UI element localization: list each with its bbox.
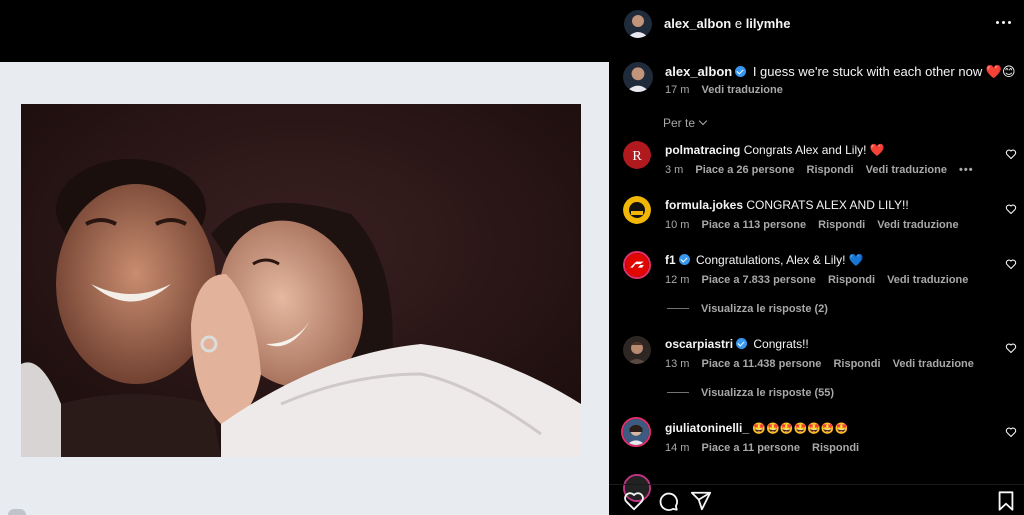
translate-link[interactable]: Vedi traduzione	[866, 164, 947, 176]
comment-more-icon[interactable]: •••	[959, 164, 974, 176]
comment-like-heart-icon[interactable]	[1005, 148, 1017, 160]
caption-meta: 17 m Vedi traduzione	[665, 84, 792, 96]
comment-username[interactable]: giuliatoninelli_	[665, 421, 749, 435]
view-replies-button[interactable]: Visualizza le risposte (55)	[667, 387, 834, 399]
caption-translate-link[interactable]: Vedi traduzione	[702, 84, 783, 96]
share-icon[interactable]	[690, 490, 712, 512]
verified-badge-icon	[678, 254, 690, 265]
post-photo	[21, 104, 581, 457]
comment-avatar[interactable]	[623, 336, 651, 364]
comment-like-heart-icon[interactable]	[1005, 258, 1017, 270]
translate-link[interactable]: Vedi traduzione	[877, 219, 958, 231]
bookmark-icon[interactable]	[995, 490, 1017, 512]
header-usernames[interactable]: alex_albon e lilymhe	[664, 16, 790, 31]
comment-meta: 10 m Piace a 113 persone Rispondi Vedi t…	[665, 219, 968, 231]
comment-text: CONGRATS ALEX AND LILY!!	[746, 198, 909, 212]
comment-username[interactable]: f1	[665, 253, 676, 267]
verified-badge-icon	[736, 338, 748, 349]
comment-meta: 12 m Piace a 7.833 persone Rispondi Vedi…	[665, 274, 977, 286]
comment-body: f1 Congratulations, Alex & Lily! 💙	[665, 253, 864, 267]
comment-username[interactable]: polmatracing	[665, 143, 740, 157]
comment-likes[interactable]: Piace a 26 persone	[695, 164, 794, 176]
comment-username[interactable]: formula.jokes	[665, 198, 743, 212]
reply-button[interactable]: Rispondi	[833, 358, 880, 370]
heart-icon[interactable]	[623, 490, 645, 512]
chevron-down-icon	[698, 116, 708, 126]
comment-body: polmatracing Congrats Alex and Lily! ❤️	[665, 143, 885, 157]
header-coauthor[interactable]: lilymhe	[746, 16, 791, 31]
header-joiner: e	[734, 16, 743, 31]
comment-body: formula.jokes CONGRATS ALEX AND LILY!!	[665, 198, 909, 212]
comment-time[interactable]: 12 m	[665, 274, 689, 286]
comment-text: 🤩🤩🤩🤩🤩🤩🤩	[752, 423, 849, 435]
view-replies-label: Visualizza le risposte (55)	[701, 387, 835, 399]
caption-text: I guess we're stuck with each other now …	[752, 64, 1016, 79]
comment-like-heart-icon[interactable]	[1005, 203, 1017, 215]
translate-link[interactable]: Vedi traduzione	[893, 358, 974, 370]
comment-text: Congratulations, Alex & Lily! 💙	[696, 253, 864, 267]
comment-time[interactable]: 3 m	[665, 164, 683, 176]
replies-divider	[667, 392, 689, 393]
comment-likes[interactable]: Piace a 7.833 persone	[702, 274, 816, 286]
more-options-icon[interactable]	[994, 15, 1014, 31]
reply-button[interactable]: Rispondi	[807, 164, 854, 176]
comment-like-heart-icon[interactable]	[1005, 342, 1017, 354]
comment-likes[interactable]: Piace a 11.438 persone	[702, 358, 822, 370]
view-replies-button[interactable]: Visualizza le risposte (2)	[667, 303, 828, 315]
caption-time[interactable]: 17 m	[665, 84, 689, 96]
comment-body: oscarpiastri Congrats!!	[665, 337, 809, 351]
comment-username[interactable]: oscarpiastri	[665, 337, 733, 351]
comment-time[interactable]: 13 m	[665, 358, 689, 370]
comment-avatar[interactable]	[623, 251, 651, 279]
header-avatar[interactable]	[624, 10, 652, 38]
comment-likes[interactable]: Piace a 113 persone	[702, 219, 807, 231]
reply-button[interactable]: Rispondi	[818, 219, 865, 231]
view-replies-label: Visualizza le risposte (2)	[701, 303, 828, 315]
comments-sort-dropdown[interactable]: Per te	[663, 116, 708, 130]
comment-icon[interactable]	[657, 490, 679, 512]
caption-username[interactable]: alex_albon	[665, 64, 732, 79]
comment-meta: 14 m Piace a 11 persone Rispondi	[665, 442, 868, 454]
caption: alex_albon I guess we're stuck with each…	[665, 64, 1016, 80]
carousel-indicator[interactable]	[8, 509, 26, 515]
post-panel: alex_albon e lilymhe alex_albon I guess …	[609, 0, 1024, 515]
header-user[interactable]: alex_albon	[664, 16, 731, 31]
post-action-bar	[609, 484, 1024, 515]
comment-meta: 13 m Piace a 11.438 persone Rispondi Ved…	[665, 358, 983, 370]
comments-sort-label: Per te	[663, 116, 696, 130]
caption-avatar[interactable]	[623, 62, 653, 92]
comment-text: Congrats Alex and Lily! ❤️	[743, 143, 885, 157]
verified-badge-icon	[735, 66, 747, 77]
comment-body: giuliatoninelli_ 🤩🤩🤩🤩🤩🤩🤩	[665, 421, 848, 435]
polaroid-frame	[0, 62, 609, 515]
comment-time[interactable]: 10 m	[665, 219, 689, 231]
translate-link[interactable]: Vedi traduzione	[887, 274, 968, 286]
comment-avatar[interactable]: R	[623, 141, 651, 169]
comment-text: Congrats!!	[753, 337, 809, 351]
comment-avatar[interactable]	[623, 196, 651, 224]
comment-like-heart-icon[interactable]	[1005, 426, 1017, 438]
comment-avatar[interactable]	[621, 417, 651, 447]
comment-meta: 3 m Piace a 26 persone Rispondi Vedi tra…	[665, 164, 983, 176]
replies-divider	[667, 308, 689, 309]
comment-likes[interactable]: Piace a 11 persone	[702, 442, 800, 454]
svg-text:R: R	[632, 149, 642, 164]
reply-button[interactable]: Rispondi	[828, 274, 875, 286]
reply-button[interactable]: Rispondi	[812, 442, 859, 454]
post-media[interactable]	[0, 0, 609, 515]
comment-time[interactable]: 14 m	[665, 442, 689, 454]
